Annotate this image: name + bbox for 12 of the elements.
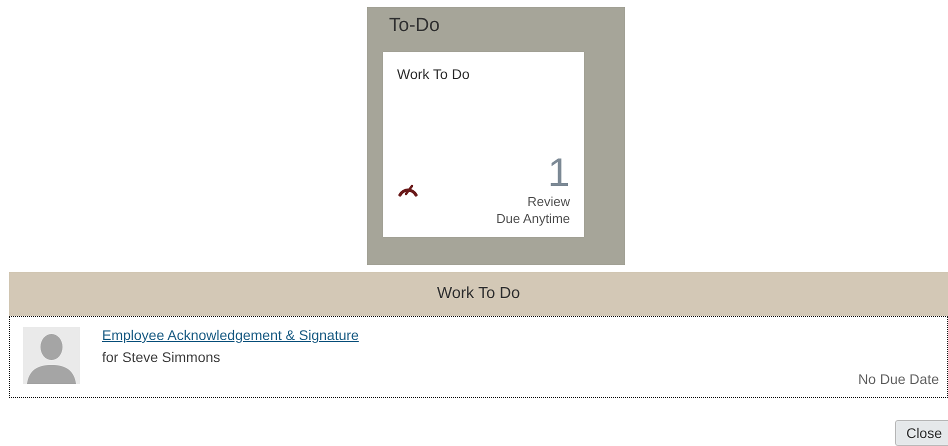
task-subtitle: for Steve Simmons [102, 349, 222, 365]
panel-title: To-Do [389, 15, 441, 38]
work-tile[interactable]: Work To Do 1 Review Due Anytime [383, 52, 584, 237]
tile-label: Review [527, 193, 570, 210]
tile-due: Due Anytime [496, 210, 570, 227]
task-link[interactable]: Employee Acknowledgement & Signature [102, 327, 836, 343]
dialog-title: Work To Do [9, 272, 948, 316]
close-button[interactable]: Close [895, 420, 948, 446]
avatar-icon [23, 327, 80, 384]
due-date: No Due Date [858, 371, 939, 387]
tile-title: Work To Do [397, 66, 471, 82]
tile-count: 1 [548, 153, 570, 193]
